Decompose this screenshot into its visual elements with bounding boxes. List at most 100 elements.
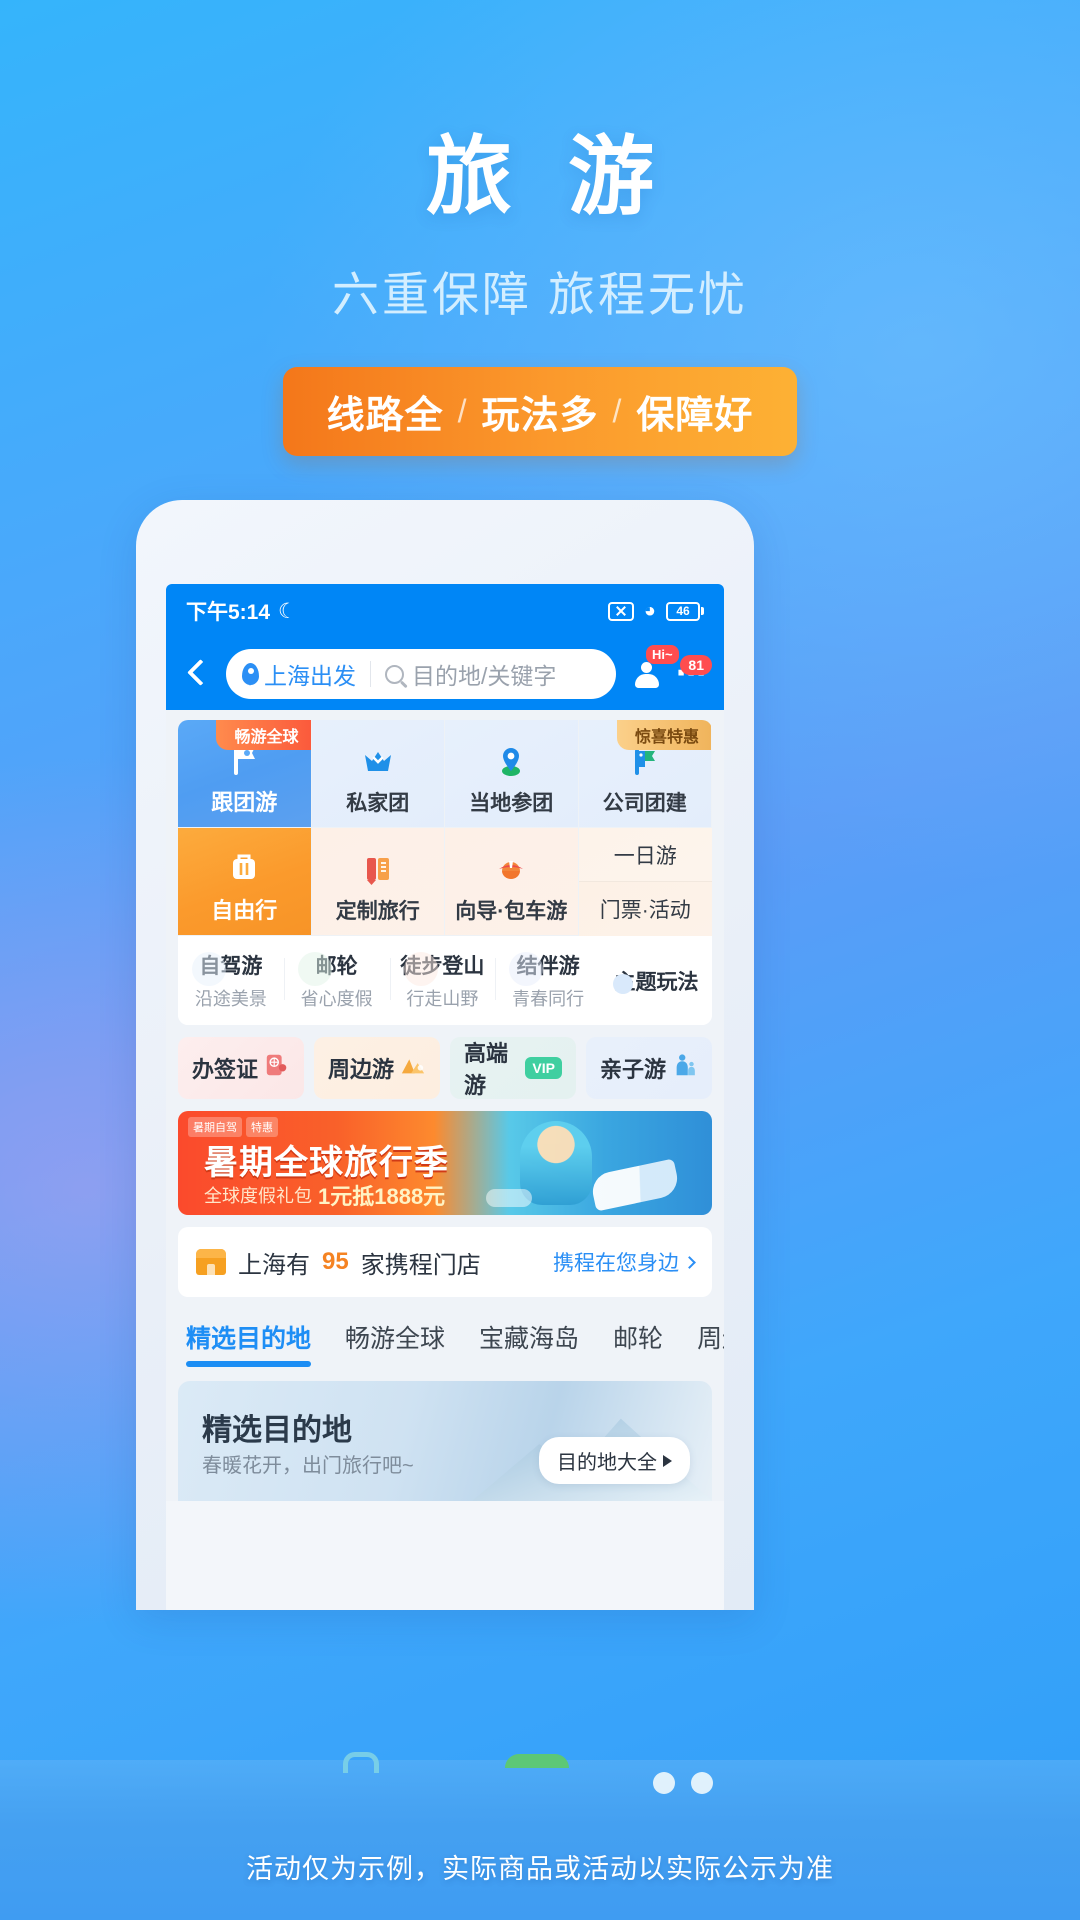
tab-cruise[interactable]: 邮轮: [613, 1319, 663, 1367]
category-guide-charter[interactable]: 向导·包车游: [445, 828, 579, 936]
drink-cup-icon: [327, 1764, 397, 1828]
banner-plane-icon: [589, 1158, 681, 1212]
hero-feature-pill: 线路全 / 玩法多 / 保障好: [282, 367, 798, 457]
tab-global[interactable]: 畅游全球: [345, 1319, 445, 1367]
promo-banner[interactable]: 暑期自驾 特惠 暑期全球旅行季 全球度假礼包 1元抵1888元: [178, 1111, 712, 1215]
departure-selector[interactable]: 上海出发: [226, 657, 370, 691]
departure-city: 上海出发: [264, 663, 356, 689]
chip-visa[interactable]: 办签证: [178, 1037, 304, 1099]
banner-sub-prefix: 全球度假礼包: [204, 1186, 312, 1206]
tab-featured-destinations[interactable]: 精选目的地: [186, 1319, 312, 1367]
subcategory-sub: 行走山野: [406, 989, 479, 1009]
banner-tag-1: 暑期自驾: [188, 1117, 242, 1137]
chip-label: 高端游: [464, 1041, 509, 1098]
play-triangle-icon: [663, 1454, 672, 1467]
chip-label: 周边游: [328, 1057, 395, 1082]
destination-subtitle: 春暖花开，出门旅行吧~: [202, 1455, 414, 1477]
decor-blob: [192, 952, 226, 986]
search-icon: [385, 664, 404, 684]
search-container[interactable]: 上海出发 目的地/关键字: [226, 649, 616, 699]
destination-card[interactable]: 精选目的地 春暖花开，出门旅行吧~ 目的地大全: [178, 1381, 712, 1501]
search-bar: 上海出发 目的地/关键字 Hi~ ⋯ 81: [166, 638, 724, 710]
banner-subtitle: 全球度假礼包 1元抵1888元: [204, 1179, 445, 1211]
customer-service-icon[interactable]: Hi~: [630, 645, 679, 691]
destination-button-label: 目的地大全: [557, 1452, 657, 1474]
service-body: [635, 674, 659, 688]
category-label: 公司团建: [602, 792, 687, 815]
chip-luxury[interactable]: 高端游 VIP: [450, 1037, 576, 1099]
subcategory-self-drive[interactable]: 自驾游 沿途美景: [178, 950, 284, 1011]
battery-tip: [701, 607, 704, 615]
storefront-icon: [196, 1249, 226, 1275]
status-time: 下午5:14: [186, 601, 271, 624]
parent-child-icon: [672, 1052, 698, 1085]
chip-nearby[interactable]: 周边游: [314, 1037, 440, 1099]
wifi-icon: ◕: [643, 599, 656, 622]
destination-title: 精选目的地: [202, 1414, 352, 1447]
category-group-tour[interactable]: 畅游全球 跟团游: [178, 720, 312, 828]
badge-special-offer: 惊喜特惠: [616, 720, 711, 750]
category-company-team[interactable]: 惊喜特惠 公司团建: [578, 720, 712, 828]
back-button[interactable]: [182, 659, 212, 689]
hero-subtitle: 六重保障 旅程无忧: [331, 268, 749, 322]
subcategory-themes[interactable]: 主题玩法: [601, 966, 712, 996]
tab-islands[interactable]: 宝藏海岛: [479, 1319, 579, 1367]
category-local-tour[interactable]: 当地参团: [445, 720, 579, 828]
battery-icon: 46: [666, 601, 704, 621]
ice-cream-icon: [861, 1764, 931, 1828]
service-head: [641, 662, 652, 673]
badge-global: 畅游全球: [216, 720, 311, 750]
banner-title: 暑期全球旅行季: [204, 1144, 449, 1182]
bottom-decorative-icons: [0, 1764, 1080, 1828]
page-title: 旅 游: [426, 129, 670, 225]
banner-cloud: [486, 1189, 532, 1207]
grid-row-1: 畅游全球 跟团游 自由行 私家团 定制旅行 当地参团 向导·包车游 惊喜特惠 公…: [178, 720, 712, 936]
chip-family[interactable]: 亲子游: [586, 1037, 712, 1099]
category-free-travel[interactable]: 自由行: [178, 828, 312, 936]
category-private-tour[interactable]: 私家团: [311, 720, 445, 828]
pill-item-routes: 线路全: [326, 395, 444, 438]
passport-icon: [264, 1052, 290, 1085]
category-one-day-tour[interactable]: 一日游: [578, 828, 712, 882]
category-tickets-activities[interactable]: 门票·活动: [578, 882, 712, 936]
battery-level: 46: [666, 601, 700, 621]
content-tabs: 精选目的地 畅游全球 宝藏海岛 邮轮 周边: [178, 1297, 724, 1367]
page-content: 畅游全球 跟团游 自由行 私家团 定制旅行 当地参团 向导·包车游 惊喜特惠 公…: [166, 710, 724, 1501]
subcategory-sub: 省心度假: [300, 989, 373, 1009]
notification-badge: 81: [680, 655, 712, 675]
subcategory-cruise[interactable]: 邮轮 省心度假: [283, 950, 390, 1011]
category-label: 门票·活动: [599, 899, 691, 922]
category-label: 当地参团: [469, 792, 554, 815]
category-label: 自由行: [211, 898, 278, 923]
category-label: 跟团游: [211, 790, 278, 815]
decor-blob: [613, 973, 633, 994]
banner-sub-highlight: 1元抵1888元: [318, 1184, 446, 1209]
phone-mockup: 下午5:14 ☾ ◕ 46 上海出发 目的地/关键字 Hi~ 81 畅游全球 跟…: [136, 500, 754, 1610]
subcategory-companion[interactable]: 结伴游 青春同行: [495, 950, 601, 1011]
store-info-row[interactable]: 上海有 95 家携程门店 携程在您身边: [178, 1227, 712, 1297]
banner-character: [520, 1121, 592, 1205]
crescent-moon-icon: ☾: [278, 599, 297, 623]
search-input[interactable]: 目的地/关键字: [371, 657, 556, 691]
subcategory-hiking[interactable]: 徒步登山 行走山野: [389, 950, 496, 1011]
store-link-label: 携程在您身边: [553, 1252, 679, 1275]
store-link[interactable]: 携程在您身边: [553, 1247, 696, 1277]
category-label: 一日游: [613, 844, 677, 868]
store-text-suffix: 家携程门店: [360, 1251, 481, 1279]
decor-blob: [509, 952, 544, 986]
pill-separator-2: /: [612, 393, 623, 430]
mountain-icon: [400, 1052, 426, 1085]
subcategory-sub: 青春同行: [512, 989, 585, 1009]
phone-screen: 下午5:14 ☾ ◕ 46 上海出发 目的地/关键字 Hi~ 81 畅游全球 跟…: [166, 584, 724, 1610]
decor-blob: [297, 952, 332, 986]
destination-all-button[interactable]: 目的地大全: [539, 1437, 690, 1484]
category-custom-travel[interactable]: 定制旅行: [311, 828, 445, 936]
subcategory-sub: 沿途美景: [194, 989, 267, 1009]
decor-blob: [403, 952, 438, 986]
map-pin-icon: [242, 663, 259, 686]
tab-nearby[interactable]: 周边: [697, 1319, 724, 1367]
service-greeting-badge: Hi~: [646, 645, 679, 664]
banner-tag-2: 特惠: [246, 1117, 278, 1137]
search-placeholder: 目的地/关键字: [412, 663, 557, 689]
category-grid: 畅游全球 跟团游 自由行 私家团 定制旅行 当地参团 向导·包车游 惊喜特惠 公…: [178, 720, 712, 1025]
